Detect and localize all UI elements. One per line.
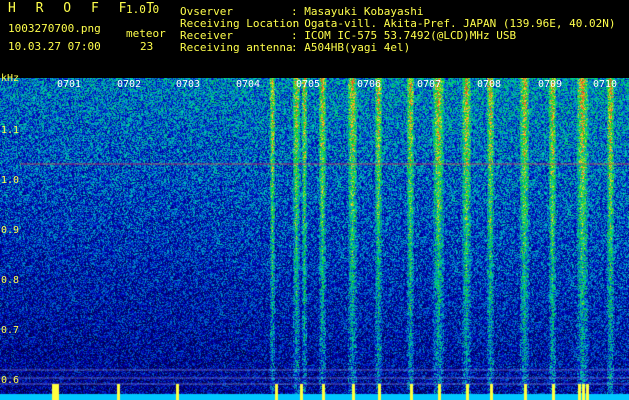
x-tick-label: 0701	[57, 79, 82, 90]
x-tick-label: 0703	[176, 79, 201, 90]
x-tick-label: 0710	[593, 79, 618, 90]
x-tick-label: 0708	[477, 79, 502, 90]
y-tick-label: 0.6	[1, 375, 20, 386]
meteor-label: meteor	[126, 27, 166, 40]
x-tick-label: 0706	[357, 79, 382, 90]
antenna-label: Receiving antenna	[180, 41, 293, 54]
x-tick-label: 0705	[296, 79, 321, 90]
y-axis-unit: kHz	[1, 73, 20, 84]
y-tick-label: 1.1	[1, 125, 20, 136]
antenna-value: : A504HB(yagi 4el)	[291, 41, 411, 54]
x-tick-label: 0707	[417, 79, 442, 90]
x-tick-label: 0702	[117, 79, 142, 90]
x-tick-label: 0704	[236, 79, 261, 90]
file-name: 1003270700.png	[8, 22, 101, 35]
y-tick-label: 1.0	[1, 175, 20, 186]
y-tick-label: 0.8	[1, 275, 20, 286]
y-tick-label: 0.9	[1, 225, 20, 236]
meteor-count: 23	[140, 40, 154, 53]
app-version: 1.0.0	[126, 3, 160, 16]
y-tick-label: 0.7	[1, 325, 20, 336]
timestamp: 10.03.27 07:00	[8, 40, 101, 53]
x-tick-label: 0709	[538, 79, 563, 90]
spectrogram-canvas	[0, 78, 629, 400]
